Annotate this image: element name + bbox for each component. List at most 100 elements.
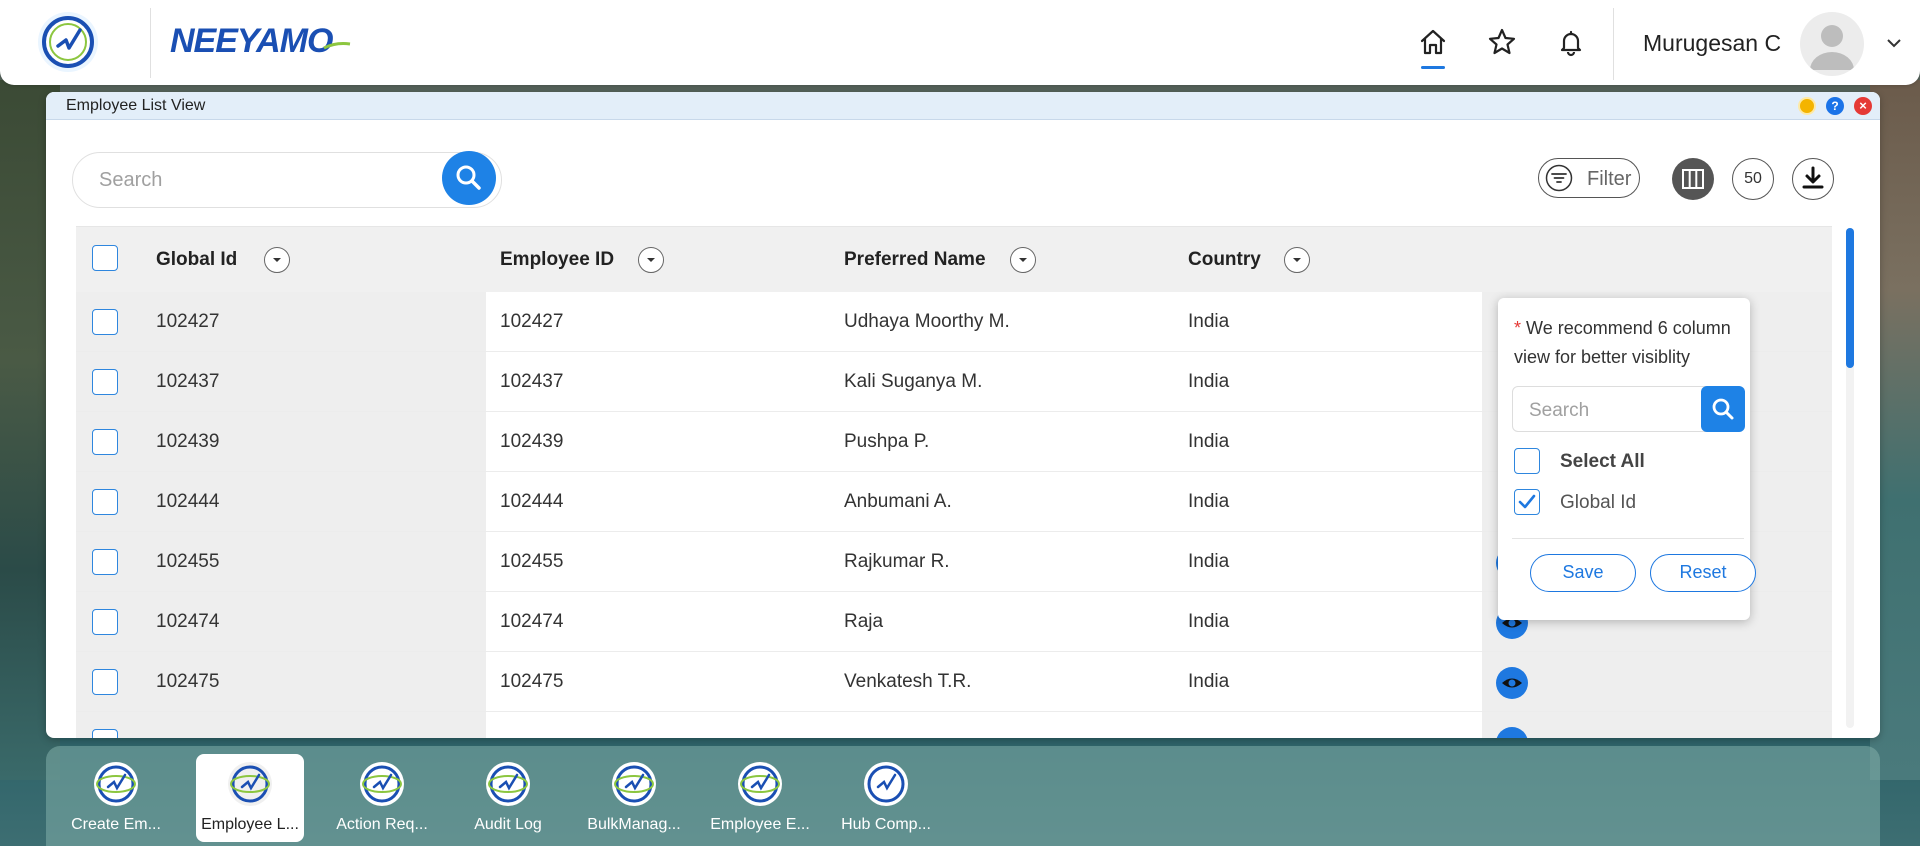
cell-preferred-name: Pushpa P. (844, 431, 930, 452)
cell-preferred-name: Kali Suganya M. (844, 371, 983, 392)
employee-list-window: Employee List View ? × Filter 50 (46, 92, 1880, 738)
chevron-down-icon[interactable] (1284, 247, 1310, 273)
cell-background (76, 592, 486, 651)
top-header: NEEYAMO Murugesan C (0, 0, 1920, 85)
cell-preferred-name: Raja (844, 611, 884, 632)
recommendation-text: We recommend 6 column view for better vi… (1514, 318, 1731, 367)
row-checkbox[interactable] (92, 489, 118, 515)
row-checkbox[interactable] (92, 309, 118, 335)
row-checkbox[interactable] (92, 369, 118, 395)
columns-button[interactable] (1672, 158, 1714, 200)
taskbar-item-employee-e[interactable]: Employee E... (706, 754, 814, 842)
cell-country: India (1188, 551, 1230, 572)
search-input[interactable] (99, 165, 429, 195)
column-chooser-popover: * We recommend 6 column view for better … (1498, 298, 1756, 620)
save-button[interactable]: Save (1530, 554, 1636, 592)
cell-global-id: 102474 (156, 611, 220, 632)
column-header-preferred-name[interactable]: Preferred Name (844, 249, 986, 271)
column-recommendation-note: * We recommend 6 column view for better … (1514, 314, 1744, 372)
cell-preferred-name: Venkatesh T.R. (844, 671, 972, 692)
cell-employee-id: 102475 (500, 671, 564, 692)
help-button[interactable]: ? (1826, 97, 1844, 115)
taskbar-item-label: BulkManag... (587, 816, 681, 833)
cell-background (76, 412, 486, 471)
download-button[interactable] (1792, 158, 1834, 200)
global-id-checkbox[interactable] (1514, 489, 1540, 515)
row-checkbox[interactable] (92, 429, 118, 455)
cell-background (76, 352, 486, 411)
cell-background (1482, 652, 1832, 711)
taskbar-item-create-employee[interactable]: Create Em... (62, 754, 170, 842)
home-active-indicator (1421, 66, 1445, 69)
select-all-checkbox[interactable] (1514, 448, 1540, 474)
app-logo-icon (486, 762, 530, 806)
search-button[interactable] (442, 151, 496, 205)
column-search-button[interactable] (1701, 386, 1745, 432)
taskbar-item-bulk-management[interactable]: BulkManag... (580, 754, 688, 842)
row-checkbox[interactable] (92, 729, 118, 738)
cell-country: India (1188, 431, 1230, 452)
page-size-button[interactable]: 50 (1732, 158, 1774, 200)
filter-button[interactable]: Filter (1538, 158, 1640, 198)
row-checkbox[interactable] (92, 549, 118, 575)
cell-global-id: 102427 (156, 311, 220, 332)
chevron-down-icon[interactable] (264, 247, 290, 273)
minimize-button[interactable] (1798, 97, 1816, 115)
cell-country: India (1188, 371, 1230, 392)
close-button[interactable]: × (1854, 97, 1872, 115)
taskbar-item-action-required[interactable]: Action Req... (328, 754, 436, 842)
cell-preferred-name: Rajkumar R. (844, 551, 950, 572)
cell-global-id: 102439 (156, 431, 220, 452)
taskbar-item-label: Audit Log (474, 816, 542, 833)
avatar-person-icon (1810, 25, 1854, 70)
home-icon[interactable] (1417, 26, 1449, 58)
taskbar-item-hub-companies[interactable]: Hub Comp... (832, 754, 940, 842)
reset-button[interactable]: Reset (1650, 554, 1756, 592)
brand-logo-text: NEEYAMO (170, 22, 333, 60)
taskbar-item-label: Employee E... (710, 816, 810, 833)
app-logo-icon (738, 762, 782, 806)
app-logo-icon (864, 762, 908, 806)
cell-employee-id: 102439 (500, 431, 564, 452)
column-header-employee-id[interactable]: Employee ID (500, 249, 614, 271)
taskbar-item-employee-list[interactable]: Employee L... (196, 754, 304, 842)
user-name[interactable]: Murugesan C (1643, 30, 1781, 57)
cell-country: India (1188, 491, 1230, 512)
chevron-down-icon[interactable] (638, 247, 664, 273)
star-icon[interactable] (1486, 26, 1518, 58)
taskbar-item-label: Employee L... (201, 816, 299, 833)
global-id-label: Global Id (1560, 492, 1637, 513)
row-checkbox[interactable] (92, 669, 118, 695)
taskbar-item-audit-log[interactable]: Audit Log (454, 754, 562, 842)
app-logo-icon (360, 762, 404, 806)
popover-divider (1512, 538, 1744, 539)
select-all-rows-checkbox[interactable] (92, 245, 118, 271)
vertical-scrollbar-thumb[interactable] (1846, 228, 1854, 368)
cell-global-id: 102475 (156, 671, 220, 692)
search-icon (1712, 398, 1734, 420)
chevron-down-icon[interactable] (1010, 247, 1036, 273)
cell-employee-id: 102437 (500, 371, 564, 392)
column-search-input[interactable] (1529, 397, 1699, 425)
table-row-partial[interactable] (76, 712, 1832, 738)
taskbar-item-label: Create Em... (71, 816, 161, 833)
column-header-global-id[interactable]: Global Id (156, 249, 237, 271)
cell-background (1482, 712, 1832, 738)
cell-background (76, 532, 486, 591)
app-logo-icon[interactable] (36, 10, 100, 74)
view-eye-button[interactable] (1496, 667, 1528, 699)
taskbar-item-label: Hub Comp... (841, 816, 931, 833)
row-checkbox[interactable] (92, 609, 118, 635)
cell-preferred-name: Anbumani A. (844, 491, 952, 512)
bell-icon[interactable] (1555, 26, 1587, 58)
cell-country: India (1188, 611, 1230, 632)
table-row[interactable]: 102475 102475 Venkatesh T.R. India (76, 652, 1832, 712)
app-logo-icon (612, 762, 656, 806)
user-avatar[interactable] (1800, 12, 1864, 76)
filter-label: Filter (1587, 168, 1632, 190)
chevron-down-icon[interactable] (1886, 36, 1902, 50)
cell-global-id: 102455 (156, 551, 220, 572)
cell-country: India (1188, 671, 1230, 692)
cell-global-id: 102437 (156, 371, 220, 392)
column-header-country[interactable]: Country (1188, 249, 1261, 271)
